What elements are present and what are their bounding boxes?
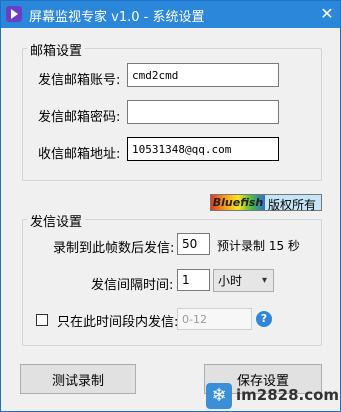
frames-label: 录制到此帧数后发信:: [53, 241, 175, 256]
sender-password-label: 发信邮箱密码:: [38, 110, 121, 125]
email-settings-title: 邮箱设置: [27, 40, 86, 59]
sender-account-label: 发信邮箱账号:: [38, 73, 121, 88]
receiver-address-label: 收信邮箱地址:: [38, 147, 121, 162]
help-icon[interactable]: ?: [256, 311, 272, 327]
only-period-checkbox[interactable]: [36, 314, 48, 326]
period-value: 0-12: [182, 312, 207, 326]
interval-field[interactable]: 1: [177, 269, 210, 291]
settings-window: 屏幕监视专家 v1.0 - 系统设置 ✕ 邮箱设置 发信邮箱账号: cmd2cm…: [0, 0, 341, 412]
receiver-address-field[interactable]: 10531348@qq.com: [127, 137, 279, 161]
only-period-label[interactable]: 只在此时间段内发信:: [57, 311, 178, 330]
interval-unit-select[interactable]: 小时 ▾: [213, 269, 274, 292]
sender-account-value: cmd2cmd: [132, 68, 179, 82]
app-play-icon: [6, 6, 22, 22]
period-field[interactable]: 0-12: [177, 308, 252, 330]
site-watermark: ❄ im2828.com: [206, 381, 340, 411]
title-bar[interactable]: 屏幕监视专家 v1.0 - 系统设置 ✕: [1, 1, 340, 28]
sender-password-field[interactable]: [127, 100, 279, 124]
sender-account-field[interactable]: cmd2cmd: [127, 63, 279, 87]
send-settings-title: 发信设置: [27, 211, 86, 230]
close-icon[interactable]: ✕: [317, 4, 337, 24]
test-record-button[interactable]: 测试录制: [20, 364, 136, 394]
chevron-down-icon: ▾: [261, 275, 267, 286]
receiver-address-value: 10531348@qq.com: [132, 142, 232, 156]
window-title: 屏幕监视专家 v1.0 - 系统设置: [29, 10, 205, 25]
estimate-text: 预计录制 15 秒: [217, 239, 300, 253]
interval-value: 1: [182, 273, 190, 287]
interval-label: 发信间隔时间:: [91, 278, 174, 293]
copyright-text: 版权所有: [268, 198, 317, 212]
frames-value: 50: [182, 237, 198, 251]
copyright-badge: Bluefish 版权所有: [210, 194, 322, 212]
frames-field[interactable]: 50: [177, 233, 210, 255]
watermark-text: im2828.com: [236, 386, 340, 404]
snowflake-logo-icon: ❄: [206, 383, 232, 409]
bluefish-brand: Bluefish: [211, 195, 265, 210]
interval-unit-value: 小时: [218, 274, 243, 288]
